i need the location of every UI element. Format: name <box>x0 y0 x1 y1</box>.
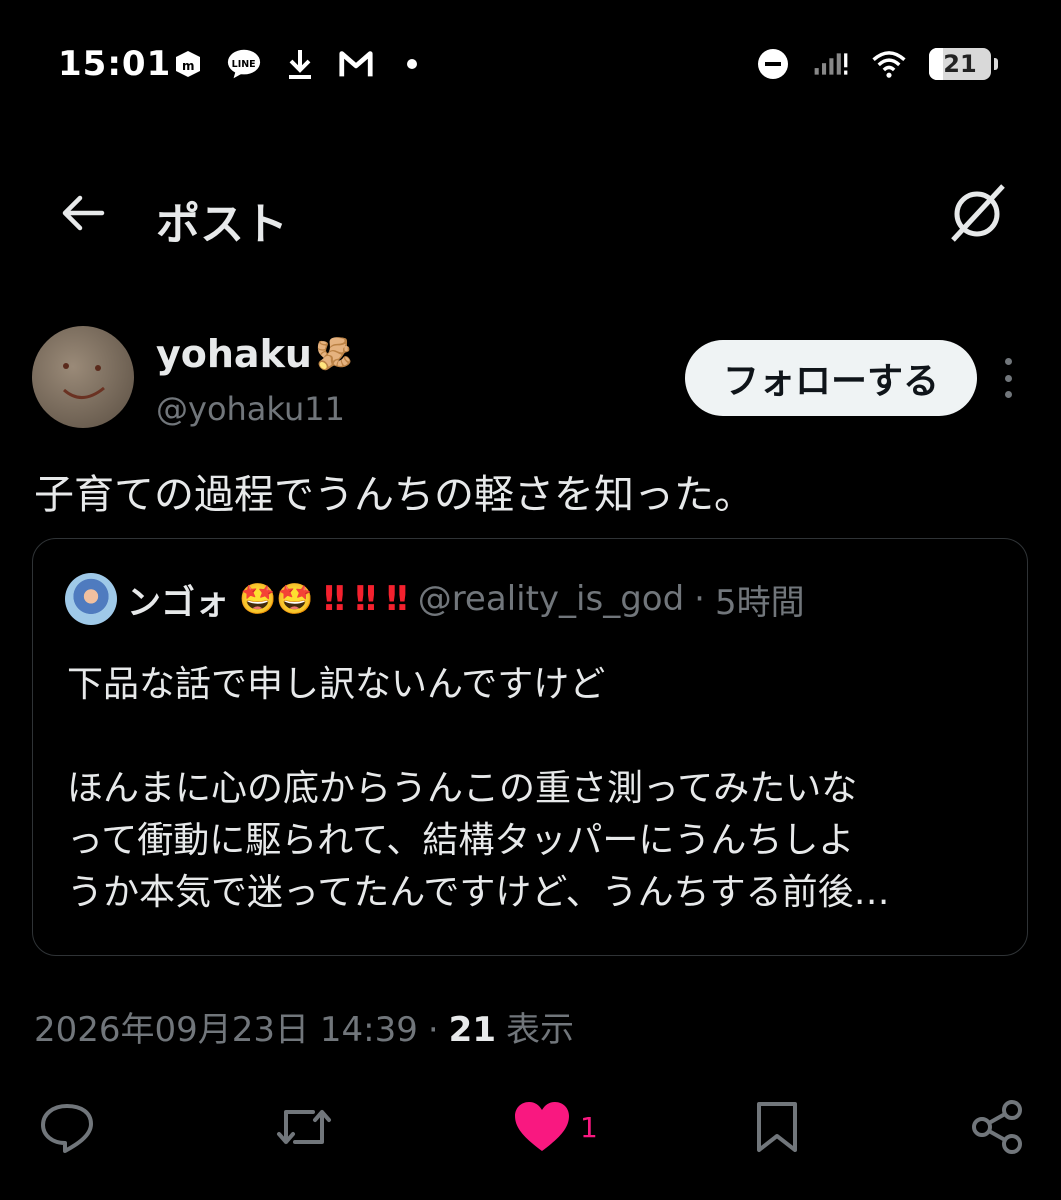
gmail-icon <box>338 46 374 82</box>
double-exclamation-icon: ‼ <box>386 579 407 619</box>
share-button[interactable] <box>970 1095 1026 1159</box>
views-label: 表示 <box>506 1010 574 1050</box>
battery-icon: 21 <box>929 48 998 80</box>
more-dot-icon <box>1004 391 1012 398</box>
top-app-bar: ポスト <box>0 150 1061 295</box>
page-title: ポスト <box>156 199 288 250</box>
post-meta: 2026年09月23日 14:39 · 21 表示 <box>34 1002 574 1051</box>
quoted-post-header: ンゴォ 🤩🤩 ‼ ‼ ‼ @reality_is_god · 5時間 <box>65 573 805 625</box>
reply-icon <box>41 1104 93 1153</box>
bookmark-button[interactable] <box>753 1095 801 1159</box>
avatar[interactable] <box>32 326 134 428</box>
quoted-handle: @reality_is_god <box>417 579 685 619</box>
quoted-line: うか本気で迷ってたんですけど、うんちする前後… <box>67 872 890 913</box>
mercari-icon: m <box>170 46 206 82</box>
back-button[interactable] <box>58 188 108 238</box>
post-timestamp[interactable]: 2026年09月23日 14:39 <box>34 1002 418 1051</box>
double-exclamation-icon: ‼ <box>323 579 345 619</box>
line-icon: LINE <box>226 46 262 82</box>
grok-button[interactable] <box>945 180 1009 244</box>
dot-icon <box>394 46 430 82</box>
post-author: yohaku 🫚 @yohaku11 フォローする <box>0 320 1061 440</box>
wifi-icon <box>871 46 907 82</box>
like-count: 1 <box>580 1110 598 1144</box>
dnd-icon <box>755 46 791 82</box>
svg-text:LINE: LINE <box>232 59 256 70</box>
quoted-separator: · <box>694 579 705 619</box>
views-count: 21 <box>448 1010 496 1050</box>
smiley-face-icon <box>63 363 105 399</box>
star-struck-emoji: 🤩🤩 <box>239 581 314 617</box>
more-options-button[interactable] <box>996 358 1020 398</box>
quoted-text: 下品な話で申し訳ないんですけど ほんまに心の底からうんこの重さ測ってみたいな っ… <box>67 659 1007 919</box>
quoted-post[interactable]: ンゴォ 🤩🤩 ‼ ‼ ‼ @reality_is_god · 5時間 下品な話で… <box>32 538 1028 956</box>
arrow-left-icon <box>62 195 105 231</box>
repost-button[interactable] <box>273 1095 335 1159</box>
display-name-text: yohaku <box>156 332 312 376</box>
battery-level: 21 <box>943 50 977 78</box>
ginger-emoji: 🫚 <box>315 336 354 372</box>
double-exclamation-icon: ‼ <box>355 579 376 619</box>
download-icon <box>282 46 318 82</box>
follow-button[interactable]: フォローする <box>685 340 977 416</box>
share-icon <box>972 1100 1022 1154</box>
reply-button[interactable] <box>38 1095 96 1159</box>
display-name[interactable]: yohaku 🫚 <box>156 332 353 376</box>
action-bar: 1 <box>0 1095 1061 1165</box>
signal-icon <box>813 46 849 82</box>
quoted-line: って衝動に駆られて、結構タッパーにうんちしよ <box>67 820 855 861</box>
quoted-display-name: ンゴォ <box>127 582 229 623</box>
more-dot-icon <box>1004 358 1012 365</box>
bookmark-icon <box>757 1102 797 1152</box>
repost-icon <box>277 1110 331 1144</box>
like-button[interactable]: 1 <box>512 1095 598 1159</box>
quoted-line: 下品な話で申し訳ないんですけど <box>67 664 606 705</box>
quoted-avatar <box>65 573 117 625</box>
grok-icon <box>951 184 1005 242</box>
status-time: 15:01 <box>58 44 172 84</box>
meta-separator: · <box>427 1010 439 1050</box>
quoted-time: 5時間 <box>714 582 805 623</box>
post-text: 子育ての過程でうんちの軽さを知った。 <box>34 472 754 518</box>
user-handle[interactable]: @yohaku11 <box>156 390 345 428</box>
notification-icons: m LINE <box>170 46 430 82</box>
system-icons: 21 <box>755 46 998 82</box>
more-dot-icon <box>1004 374 1012 382</box>
heart-icon <box>515 1102 569 1151</box>
svg-text:m: m <box>182 59 195 73</box>
quoted-line: ほんまに心の底からうんこの重さ測ってみたいな <box>67 768 858 809</box>
status-bar: 15:01 m LINE 21 <box>0 0 1061 130</box>
